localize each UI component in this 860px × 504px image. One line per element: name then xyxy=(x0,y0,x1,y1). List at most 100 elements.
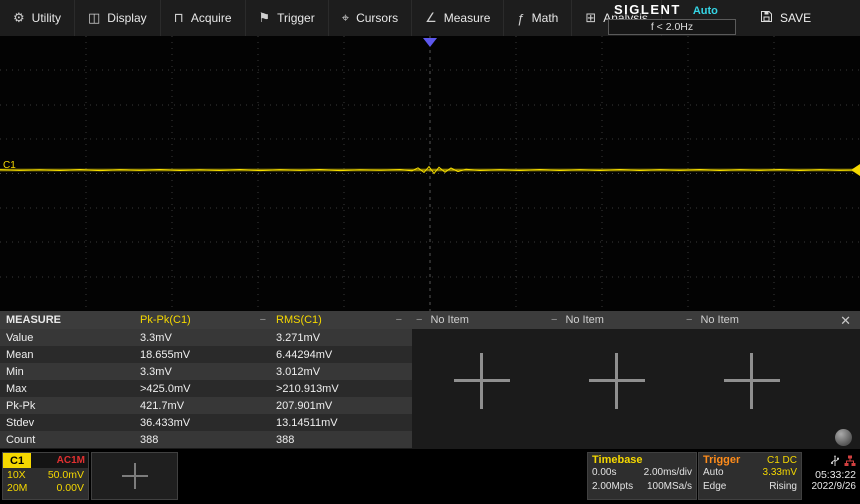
trigger-position-marker[interactable] xyxy=(423,38,437,47)
measure-column-empty-2[interactable]: − No Item xyxy=(547,314,682,326)
acquire-icon: ⊓ xyxy=(173,10,184,25)
menu-display[interactable]: ◫ Display xyxy=(75,0,161,36)
quick-access-ball-icon[interactable] xyxy=(835,429,852,446)
add-channel-button[interactable] xyxy=(91,452,178,500)
menu-trigger[interactable]: ⚑ Trigger xyxy=(246,0,329,36)
channel1-badge: C1 xyxy=(3,453,32,468)
channel1-trace-label[interactable]: C1 xyxy=(3,160,16,171)
channel1-offset: 0.00V xyxy=(56,482,84,494)
measure-column-rms-label: RMS(C1) xyxy=(276,314,322,326)
stat-value: 3.271mV xyxy=(276,331,321,344)
cursors-icon: ⌖ xyxy=(341,10,350,25)
stat-value: 388 xyxy=(140,433,159,446)
menu-utility[interactable]: ⚙ Utility xyxy=(0,0,75,36)
stat-row-label: Min xyxy=(6,365,24,378)
timebase-scale: 2.00ms/div xyxy=(643,467,692,478)
no-item-label: No Item xyxy=(700,314,739,326)
table-row: Pk-Pk 421.7mV 207.901mV xyxy=(0,397,412,414)
menu-measure[interactable]: ∠ Measure xyxy=(412,0,505,36)
display-icon: ◫ xyxy=(88,10,101,25)
trigger-descriptor[interactable]: Trigger C1 DC Auto 3.33mV Edge Rising xyxy=(698,452,802,500)
math-icon: ƒ xyxy=(517,10,525,26)
menu-measure-label: Measure xyxy=(443,11,491,25)
clock-area: 05:33:22 2022/9/26 xyxy=(798,454,858,492)
trigger-flag-icon: ⚑ xyxy=(258,10,271,25)
plus-icon xyxy=(121,463,148,489)
measure-column-rms[interactable]: RMS(C1) − xyxy=(276,314,412,326)
no-item-label: No Item xyxy=(430,314,469,326)
minus-icon[interactable]: − xyxy=(396,314,402,326)
menu-display-label: Display xyxy=(107,11,147,25)
stat-row-label: Stdev xyxy=(6,416,35,429)
channel1-bandwidth: 20M xyxy=(7,482,28,494)
table-row: Value 3.3mV 3.271mV xyxy=(0,329,412,346)
trigger-source: C1 DC xyxy=(766,455,797,466)
measure-panel-title: MEASURE xyxy=(6,314,62,326)
acquisition-status-badge: Auto xyxy=(692,5,718,17)
trigger-frequency-counter: f < 2.0Hz xyxy=(608,19,736,35)
channel1-coupling: AC1M xyxy=(56,455,85,466)
lan-icon xyxy=(844,454,856,467)
system-time: 05:33:22 xyxy=(815,469,856,481)
measure-panel-header: MEASURE Pk-Pk(C1) − RMS(C1) − − No Item … xyxy=(0,311,860,329)
measure-panel: MEASURE Pk-Pk(C1) − RMS(C1) − − No Item … xyxy=(0,311,860,449)
menu-bar: ⚙ Utility ◫ Display ⊓ Acquire ⚑ Trigger … xyxy=(0,0,860,36)
stat-row-label: Mean xyxy=(6,348,34,361)
stat-value: 421.7mV xyxy=(140,399,185,412)
channel1-level-marker[interactable] xyxy=(851,164,860,176)
menu-cursors-label: Cursors xyxy=(356,11,399,25)
brand-status-cluster: SIGLENT Auto f < 2.0Hz xyxy=(608,2,736,35)
stat-value: 388 xyxy=(276,433,295,446)
stat-value: 3.3mV xyxy=(140,365,172,378)
oscilloscope-screen: ⚙ Utility ◫ Display ⊓ Acquire ⚑ Trigger … xyxy=(0,0,860,504)
status-bar: C1 AC1M 10X 50.0mV 20M 0.00V Timebase 0.… xyxy=(0,449,860,504)
stat-value: 36.433mV xyxy=(140,416,191,429)
timebase-delay: 0.00s xyxy=(592,467,617,478)
minus-icon: − xyxy=(416,314,423,326)
minus-icon[interactable]: − xyxy=(260,314,266,326)
stat-value: 18.655mV xyxy=(140,348,191,361)
menu-cursors[interactable]: ⌖ Cursors xyxy=(329,0,413,36)
waveform-display[interactable]: C1 xyxy=(0,36,860,311)
usb-icon xyxy=(830,454,840,467)
menu-utility-label: Utility xyxy=(31,11,61,25)
menu-trigger-label: Trigger xyxy=(277,11,315,25)
channel1-probe: 10X xyxy=(7,469,26,481)
menu-acquire[interactable]: ⊓ Acquire xyxy=(161,0,246,36)
trigger-slope: Rising xyxy=(769,481,797,492)
measure-column-pkpk[interactable]: Pk-Pk(C1) − xyxy=(140,314,276,326)
stat-value: >210.913mV xyxy=(276,382,339,395)
menu-acquire-label: Acquire xyxy=(190,11,232,25)
close-icon[interactable]: ✕ xyxy=(840,314,851,327)
menu-math[interactable]: ƒ Math xyxy=(504,0,573,36)
menu-math-label: Math xyxy=(531,11,559,25)
table-row: Stdev 36.433mV 13.14511mV xyxy=(0,414,412,431)
channel1-scale: 50.0mV xyxy=(47,469,84,481)
minus-icon: − xyxy=(551,314,558,326)
gear-icon: ⚙ xyxy=(13,10,25,25)
measure-column-empty-1[interactable]: − No Item xyxy=(412,314,547,326)
add-measure-slot-1[interactable] xyxy=(454,353,510,409)
table-row: Min 3.3mV 3.012mV xyxy=(0,363,412,380)
add-measure-slot-3[interactable] xyxy=(724,353,780,409)
stat-value: 13.14511mV xyxy=(276,416,338,429)
graticule-and-trace xyxy=(0,36,860,311)
table-row: Max >425.0mV >210.913mV xyxy=(0,380,412,397)
timebase-descriptor[interactable]: Timebase 0.00s 2.00ms/div 2.00Mpts 100MS… xyxy=(587,452,697,500)
timebase-title: Timebase xyxy=(592,454,643,466)
measure-column-empty-3[interactable]: − No Item xyxy=(682,314,817,326)
save-label: SAVE xyxy=(780,11,812,25)
timebase-sample-rate: 100MSa/s xyxy=(646,481,692,492)
save-button[interactable]: SAVE xyxy=(748,0,823,36)
no-item-label: No Item xyxy=(565,314,604,326)
stat-row-label: Pk-Pk xyxy=(6,399,36,412)
stat-row-label: Max xyxy=(6,382,27,395)
system-date: 2022/9/26 xyxy=(811,481,857,492)
add-measure-slot-2[interactable] xyxy=(589,353,645,409)
trigger-title: Trigger xyxy=(703,454,741,466)
stat-value: 207.901mV xyxy=(276,399,333,412)
save-icon xyxy=(760,10,773,26)
stat-row-label: Count xyxy=(6,433,36,446)
analysis-icon: ⊞ xyxy=(585,10,597,25)
channel1-descriptor[interactable]: C1 AC1M 10X 50.0mV 20M 0.00V xyxy=(2,452,89,500)
